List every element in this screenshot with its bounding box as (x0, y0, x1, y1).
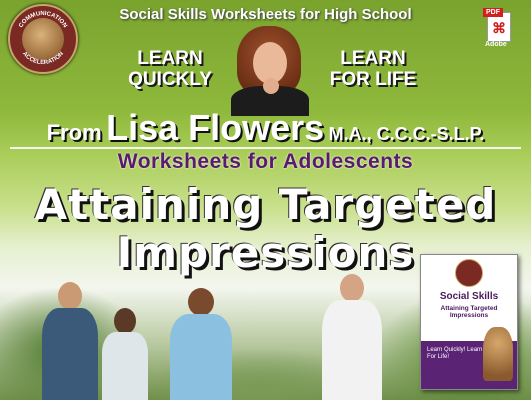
logo-ring-text: COMMUNICATION ACCELERATION (18, 11, 67, 66)
author-credentials: M.A., C.C.C.-S.L.P. (328, 124, 485, 144)
divider (10, 147, 521, 149)
subtitle: Worksheets for Adolescents (117, 150, 414, 173)
adobe-icon: ⌘ (492, 20, 506, 36)
svg-text:COMMUNICATION: COMMUNICATION (18, 11, 67, 29)
page-top-title: Social Skills Worksheets for High School (119, 6, 412, 23)
student-figure (100, 308, 150, 400)
student-figure (40, 282, 100, 400)
tagline-learn-quickly: LEARN QUICKLY (115, 48, 225, 90)
tagline-left-line2: QUICKLY (128, 69, 212, 90)
cover-subtitle: Attaining Targeted Impressions (440, 305, 498, 319)
logo-text-bottom: ACCELERATION (21, 51, 65, 66)
cover-title: Social Skills (439, 291, 499, 302)
author-line: From Lisa Flowers M.A., C.C.C.-S.L.P. (0, 107, 531, 149)
author-name: Lisa Flowers (106, 107, 325, 148)
author-prefix: From (46, 120, 102, 145)
headline-line1: Attaining Targeted (34, 180, 497, 229)
workbook-cover-thumbnail[interactable]: Social Skills Attaining Targeted Impress… (420, 254, 518, 390)
logo-text-top: COMMUNICATION (18, 11, 67, 29)
communication-acceleration-logo[interactable]: COMMUNICATION ACCELERATION (8, 4, 78, 74)
tagline-learn-for-life: LEARN FOR LIFE (318, 48, 428, 90)
adobe-label: Adobe (485, 41, 507, 48)
cover-logo (455, 259, 483, 287)
tagline-right-line2: FOR LIFE (329, 69, 417, 90)
student-figure (168, 288, 234, 400)
pdf-tag: PDF (483, 8, 503, 17)
author-portrait (225, 24, 315, 116)
tagline-left-line1: LEARN (137, 48, 203, 69)
tagline-right-line1: LEARN (340, 48, 406, 69)
students-photo (0, 268, 420, 400)
cover-slogan: Learn Quickly! Learn For Life! (427, 347, 483, 360)
svg-text:ACCELERATION: ACCELERATION (21, 51, 65, 66)
pdf-download-badge[interactable]: PDF ⌘ Adobe (483, 8, 513, 48)
cougar-illustration (483, 327, 513, 381)
student-figure (320, 274, 384, 400)
